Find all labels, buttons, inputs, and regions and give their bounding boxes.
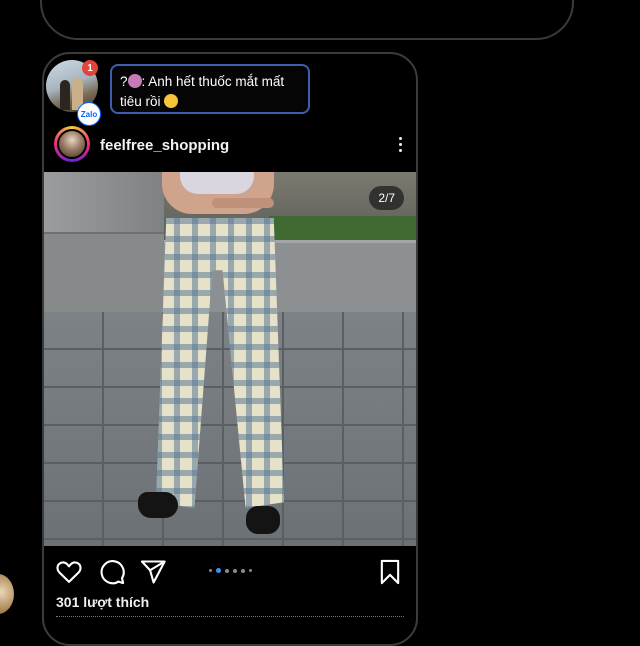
bookmark-icon[interactable] xyxy=(376,558,404,586)
profile-avatar xyxy=(57,129,87,159)
photo-hedge xyxy=(269,216,416,242)
previous-message-bubble xyxy=(40,0,574,40)
carousel-dot xyxy=(225,568,229,573)
image-counter: 2/7 xyxy=(369,186,404,210)
laughing-emoji-icon xyxy=(163,94,178,108)
photo-pavement xyxy=(44,312,416,546)
carousel-dot-active xyxy=(216,568,221,573)
post-actions-bar xyxy=(44,554,416,588)
post-image[interactable]: 2/7 xyxy=(44,172,416,546)
message-text: : Anh hết thuốc mắt mất tiêu rồi xyxy=(120,74,285,109)
carousel-dot xyxy=(241,568,245,573)
post-username[interactable]: feelfree_shopping xyxy=(100,137,229,154)
partial-avatar xyxy=(0,574,14,614)
photo-sandal-left xyxy=(138,492,178,518)
person-emoji-icon xyxy=(127,74,142,88)
more-icon[interactable] xyxy=(398,135,402,153)
carousel-dot xyxy=(233,568,237,573)
heart-icon[interactable] xyxy=(55,558,83,586)
carousel-dot xyxy=(249,569,252,572)
carousel-indicator xyxy=(209,568,252,573)
comment-icon[interactable] xyxy=(98,558,126,586)
zalo-app-badge: Zalo xyxy=(77,102,101,126)
avatar-figure xyxy=(60,80,70,110)
photo-arm xyxy=(212,198,274,208)
likes-count[interactable]: 301 lượt thích xyxy=(56,594,149,610)
notification-message-bubble[interactable]: ?: Anh hết thuốc mắt mất tiêu rồi xyxy=(110,64,310,114)
notification-count-badge: 1 xyxy=(82,60,98,76)
message-prefix: ? xyxy=(120,74,128,89)
photo-crop-top xyxy=(180,172,254,194)
share-icon[interactable] xyxy=(139,558,167,586)
story-ring[interactable] xyxy=(54,126,90,162)
post-header: feelfree_shopping xyxy=(44,124,416,166)
photo-sandal-right xyxy=(246,506,280,534)
photo-wall-lower xyxy=(44,232,164,324)
caption-truncated xyxy=(56,616,404,623)
phone-screen: 1 Zalo ?: Anh hết thuốc mắt mất tiêu rồi… xyxy=(42,52,418,646)
carousel-dot xyxy=(209,569,212,572)
